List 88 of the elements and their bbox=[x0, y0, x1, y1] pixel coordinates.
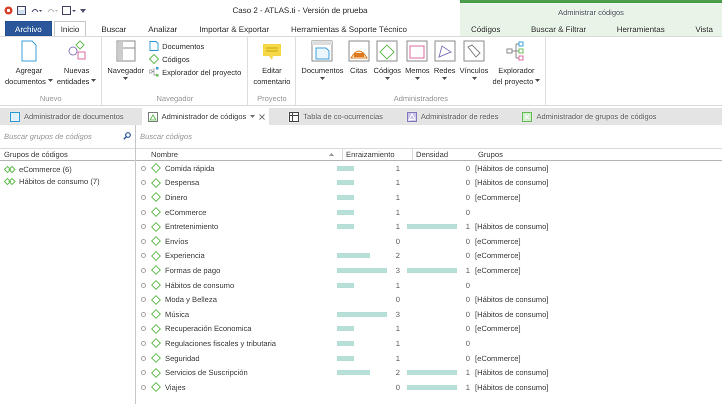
code-icon bbox=[151, 382, 161, 392]
save-icon bbox=[17, 6, 26, 15]
window-icon bbox=[10, 112, 20, 122]
ribbon-tab[interactable]: Buscar & Filtrar bbox=[528, 21, 590, 36]
table-icon bbox=[289, 112, 300, 122]
code-group-icon bbox=[4, 178, 16, 184]
sort-icon bbox=[329, 153, 334, 156]
network-window-icon bbox=[434, 40, 456, 62]
level-bar bbox=[337, 210, 354, 215]
document-window-icon bbox=[311, 40, 334, 62]
code-icon bbox=[151, 353, 161, 364]
level-bar bbox=[337, 356, 354, 361]
quote-window-icon bbox=[348, 40, 370, 62]
code-icon bbox=[151, 368, 161, 378]
code-icon bbox=[151, 265, 161, 276]
circle-icon bbox=[141, 253, 146, 258]
level-bar bbox=[407, 370, 457, 376]
customize-icon bbox=[80, 8, 86, 14]
level-bar bbox=[337, 340, 354, 346]
navigator-icon bbox=[114, 40, 137, 62]
code-icon bbox=[151, 207, 161, 218]
network-icon bbox=[406, 112, 417, 122]
level-bar bbox=[407, 224, 457, 230]
search-icon bbox=[123, 132, 131, 140]
circle-icon bbox=[141, 224, 146, 230]
undo-icon bbox=[30, 6, 42, 14]
circle-icon bbox=[141, 356, 146, 361]
ribbon-tab[interactable]: Buscar bbox=[94, 21, 134, 36]
ribbon-tab[interactable]: Vista bbox=[692, 21, 716, 36]
code-icon bbox=[151, 294, 161, 305]
code-icon bbox=[151, 324, 161, 334]
circle-icon bbox=[141, 326, 146, 332]
code-icon bbox=[151, 338, 161, 348]
code-icon bbox=[149, 54, 160, 64]
level-bar bbox=[337, 268, 387, 273]
app-logo-icon bbox=[4, 6, 13, 15]
dropdown-icon[interactable] bbox=[250, 115, 256, 118]
level-bar bbox=[337, 253, 370, 258]
ribbon-tab[interactable]: Importar & Exportar bbox=[192, 21, 276, 36]
code-icon bbox=[151, 309, 161, 320]
memo-window-icon bbox=[406, 40, 428, 62]
circle-icon bbox=[141, 194, 146, 200]
code-icon bbox=[151, 250, 161, 261]
level-bar bbox=[337, 224, 354, 230]
circle-icon bbox=[141, 340, 146, 346]
ribbon-tab[interactable]: Inicio bbox=[54, 21, 86, 36]
ribbon-tab[interactable]: Herramientas bbox=[614, 21, 668, 36]
circle-icon bbox=[141, 238, 146, 244]
code-group-icon bbox=[4, 166, 16, 172]
circle-icon bbox=[141, 180, 146, 186]
circle-icon bbox=[141, 370, 146, 376]
redo-icon bbox=[46, 6, 58, 14]
tree-icon bbox=[149, 67, 160, 77]
level-bar bbox=[337, 326, 354, 332]
document-icon bbox=[149, 41, 160, 51]
level-bar bbox=[337, 180, 354, 186]
code-window-icon bbox=[376, 40, 398, 62]
ribbon-tab[interactable]: Archivo bbox=[5, 21, 52, 36]
level-bar bbox=[337, 312, 387, 317]
ribbon-tab[interactable]: Códigos bbox=[468, 21, 504, 36]
close-icon[interactable] bbox=[259, 114, 266, 120]
ribbon-tab[interactable]: Herramientas & Soporte Técnico bbox=[284, 21, 414, 36]
ribbon-tab[interactable]: Analizar bbox=[141, 21, 184, 36]
circle-icon bbox=[141, 297, 146, 302]
window-icon bbox=[62, 6, 76, 15]
level-bar bbox=[337, 282, 354, 288]
level-bar bbox=[407, 268, 457, 273]
code-icon bbox=[151, 192, 161, 202]
circle-icon bbox=[141, 166, 146, 171]
circle-icon bbox=[141, 282, 146, 288]
circle-icon bbox=[141, 312, 146, 317]
level-bar bbox=[337, 370, 370, 376]
code-icon bbox=[151, 178, 161, 188]
code-icon bbox=[151, 222, 161, 232]
circle-icon bbox=[141, 210, 146, 215]
window-title: Caso 2 - ATLAS.ti - Versión de prueba bbox=[231, 6, 369, 15]
window-icon bbox=[148, 112, 158, 122]
code-icon bbox=[151, 236, 161, 246]
code-icon bbox=[151, 280, 161, 290]
circle-icon bbox=[141, 268, 146, 273]
level-bar bbox=[337, 194, 354, 200]
shapes-icon bbox=[66, 40, 88, 62]
link-window-icon bbox=[463, 40, 486, 62]
window-icon bbox=[522, 112, 532, 122]
level-bar bbox=[337, 166, 354, 171]
code-icon bbox=[151, 163, 161, 174]
level-bar bbox=[407, 384, 457, 390]
circle-icon bbox=[141, 384, 146, 390]
